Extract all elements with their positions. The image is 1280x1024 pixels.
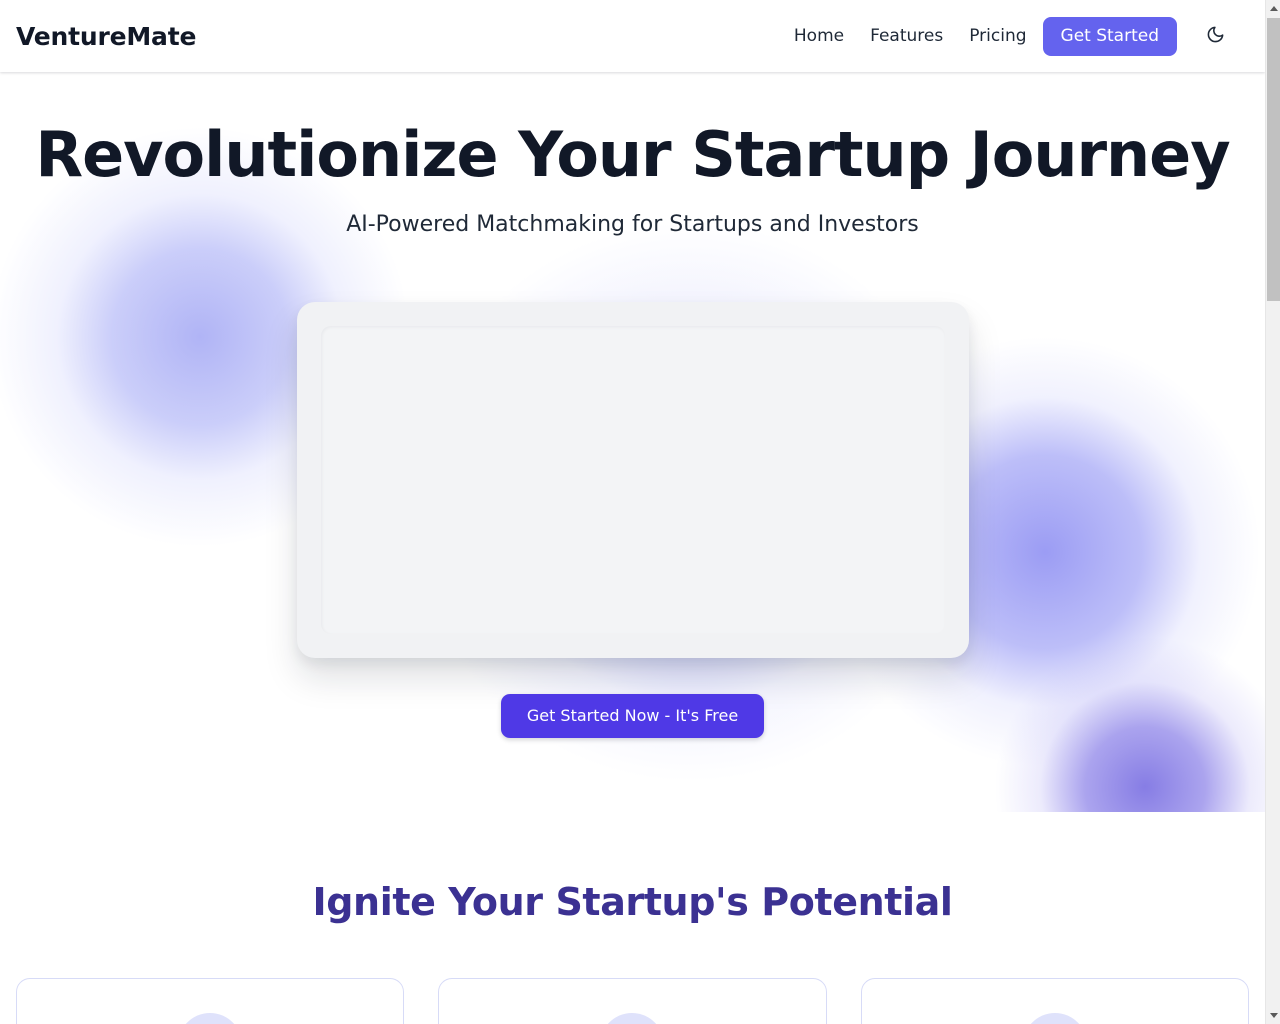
hero-media-wrapper: [296, 302, 969, 659]
nav-link-features[interactable]: Features: [870, 27, 943, 45]
feature-card[interactable]: [16, 977, 405, 1024]
hero-get-started-button[interactable]: Get Started Now - It's Free: [500, 694, 765, 739]
feature-icon-wrapper: [600, 1012, 665, 1024]
browser-viewport: VentureMate Home Features Pricing Get St…: [0, 0, 1280, 1024]
feature-card[interactable]: [860, 977, 1249, 1024]
scrollbar-thumb[interactable]: [1267, 18, 1280, 301]
header-get-started-button[interactable]: Get Started: [1042, 16, 1177, 56]
hero-content: Revolutionize Your Startup Journey AI-Po…: [0, 72, 1265, 739]
nav-link-home[interactable]: Home: [794, 27, 844, 45]
hero-media-placeholder: [320, 326, 945, 635]
features-section: Ignite Your Startup's Potential: [0, 812, 1265, 1024]
hero-title: Revolutionize Your Startup Journey: [35, 118, 1230, 191]
features-title: Ignite Your Startup's Potential: [312, 880, 953, 924]
header-right-group: Home Features Pricing Get Started: [794, 16, 1249, 56]
moon-icon: [1206, 25, 1225, 47]
theme-toggle-button[interactable]: [1201, 22, 1229, 50]
site-header: VentureMate Home Features Pricing Get St…: [0, 0, 1265, 72]
hero-subtitle: AI-Powered Matchmaking for Startups and …: [346, 212, 919, 238]
hero-section: Revolutionize Your Startup Journey AI-Po…: [0, 72, 1265, 812]
feature-card[interactable]: [438, 977, 827, 1024]
feature-icon-wrapper: [1022, 1012, 1087, 1024]
page-scrollbar[interactable]: [1265, 0, 1280, 1024]
feature-icon-wrapper: [178, 1012, 243, 1024]
features-grid: [0, 977, 1265, 1024]
scroll-down-arrow-icon[interactable]: [1266, 1007, 1280, 1024]
nav-link-pricing[interactable]: Pricing: [969, 27, 1026, 45]
scroll-up-arrow-icon[interactable]: [1266, 0, 1280, 17]
hero-media-card: [296, 302, 969, 659]
page-root: VentureMate Home Features Pricing Get St…: [0, 0, 1265, 1024]
main-navigation: Home Features Pricing: [794, 27, 1027, 45]
hero-cta-row: Get Started Now - It's Free: [0, 694, 1265, 739]
brand-logo[interactable]: VentureMate: [16, 24, 196, 49]
